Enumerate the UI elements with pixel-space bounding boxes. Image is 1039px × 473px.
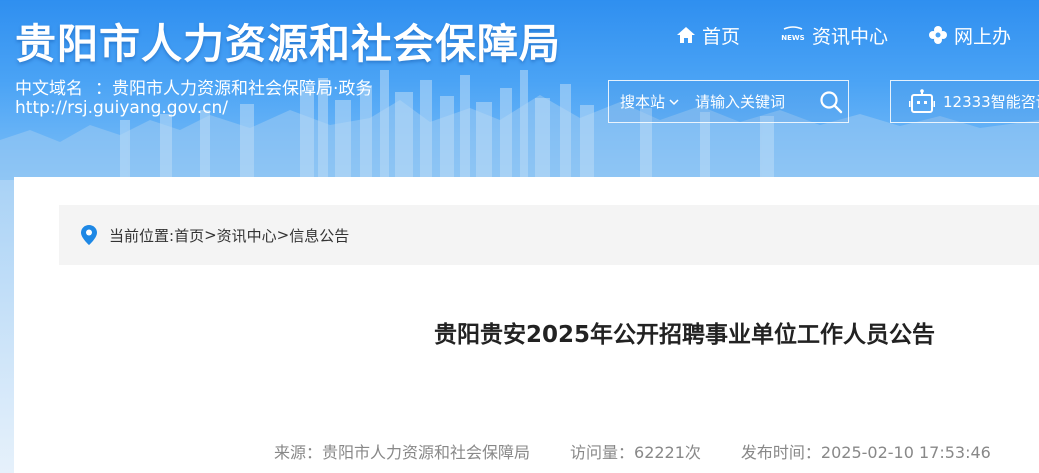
chinese-domain: 中文域名 ：贵阳市人力资源和社会保障局·政务 <box>15 74 372 99</box>
article-meta: 来源：贵阳市人力资源和社会保障局 访问量：62221次 发布时间：2025-02… <box>274 439 991 463</box>
breadcrumb-prefix: 当前位置: <box>109 226 175 245</box>
nav-home[interactable]: 首页 <box>676 22 740 49</box>
news-icon: NEWS <box>781 26 805 42</box>
domain-label: 中文域名 <box>15 79 83 99</box>
smart-consult-label: 12333智能咨询 <box>943 93 1039 111</box>
smart-consult-button[interactable]: 12333智能咨询 <box>890 80 1039 123</box>
search-input[interactable] <box>679 91 814 112</box>
nav-news-center[interactable]: NEWS 资讯中心 <box>780 22 888 49</box>
nav-home-label: 首页 <box>702 25 741 48</box>
breadcrumb-news-center[interactable]: 资讯中心 <box>217 225 277 246</box>
flower-icon <box>929 26 948 44</box>
search-box: 搜本站 <box>608 80 849 123</box>
nav-news-label: 资讯中心 <box>812 25 889 48</box>
location-pin-icon <box>81 225 97 245</box>
robot-icon <box>909 88 935 113</box>
svg-text:NEWS: NEWS <box>781 34 804 42</box>
chevron-down-icon <box>669 98 679 105</box>
main-nav: 首页 NEWS 资讯中心 网上办 <box>676 20 1039 50</box>
article-publish-time: 发布时间：2025-02-10 17:53:46 <box>740 443 991 462</box>
breadcrumb-home[interactable]: 首页 <box>174 225 204 246</box>
domain-value: ：贵阳市人力资源和社会保障局·政务 <box>95 79 373 99</box>
page-side-background <box>0 180 14 473</box>
site-url[interactable]: http://rsj.guiyang.gov.cn/ <box>15 98 228 118</box>
nav-online-service[interactable]: 网上办 <box>928 22 1011 49</box>
article-source: 来源：贵阳市人力资源和社会保障局 <box>274 443 531 462</box>
search-scope-dropdown[interactable]: 搜本站 <box>609 91 679 112</box>
breadcrumb-separator: > <box>276 226 290 244</box>
breadcrumb-announcements[interactable]: 信息公告 <box>289 225 349 246</box>
breadcrumb: 当前位置: 首页 > 资讯中心 > 信息公告 <box>59 205 1039 265</box>
article-title: 贵阳贵安2025年公开招聘事业单位工作人员公告 <box>434 322 936 348</box>
site-title: 贵阳市人力资源和社会保障局 <box>15 20 561 68</box>
content-panel: 当前位置: 首页 > 资讯中心 > 信息公告 贵阳贵安2025年公开招聘事业单位… <box>14 177 1039 473</box>
home-icon <box>677 27 695 43</box>
article-visits: 访问量：62221次 <box>570 443 701 462</box>
breadcrumb-separator: > <box>204 226 217 244</box>
search-button[interactable] <box>814 85 848 119</box>
nav-online-label: 网上办 <box>954 25 1012 48</box>
search-icon <box>820 90 843 113</box>
site-header: 贵阳市人力资源和社会保障局 中文域名 ：贵阳市人力资源和社会保障局·政务 http… <box>0 0 1039 180</box>
search-scope-label: 搜本站 <box>620 93 666 111</box>
